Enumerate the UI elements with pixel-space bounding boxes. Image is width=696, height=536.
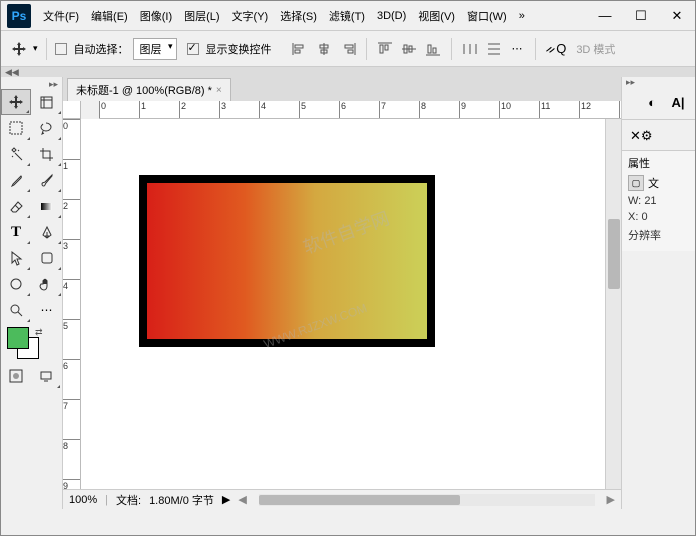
canvas[interactable]: 软件自学网 WWW.RJZXW.COM	[81, 119, 605, 489]
lasso-tool[interactable]	[32, 115, 62, 141]
doc-size-value: 1.80M/0 字节	[149, 492, 214, 508]
distribute-h-icon[interactable]	[462, 42, 478, 56]
quickmask-tool[interactable]	[1, 363, 31, 389]
main-area: ▸▸ T ⋯ ⇄	[1, 77, 695, 509]
wand-tool[interactable]	[1, 141, 31, 167]
x-value[interactable]: 0	[641, 211, 647, 223]
type-tool[interactable]: T	[1, 219, 31, 245]
align-more[interactable]: ⋯	[512, 42, 523, 55]
menu-overflow[interactable]: »	[513, 2, 531, 30]
show-transform-checkbox[interactable]	[187, 43, 199, 55]
align-left-icon[interactable]	[292, 42, 308, 56]
marquee-tool[interactable]	[1, 115, 31, 141]
x-label: X:	[628, 211, 638, 223]
shape-tool[interactable]	[32, 245, 62, 271]
tab-close-icon[interactable]: ×	[216, 85, 222, 96]
align-bottom-icon[interactable]	[425, 42, 441, 56]
eyedropper-tool[interactable]	[1, 167, 31, 193]
eraser-tool[interactable]	[1, 193, 31, 219]
gradient-fill	[147, 183, 427, 339]
foreground-color[interactable]	[7, 327, 29, 349]
align-middle-icon[interactable]	[401, 42, 417, 56]
window-controls: — ☐ ✕	[587, 2, 695, 30]
doc-size-label: 文档:	[116, 492, 141, 508]
document-tab-title: 未标题-1 @ 100%(RGB/8) *	[76, 82, 212, 98]
hscroll-right[interactable]: ▶	[607, 493, 615, 506]
menu-select[interactable]: 选择(S)	[274, 2, 323, 30]
toolbox: ▸▸ T ⋯ ⇄	[1, 77, 63, 509]
app-logo: Ps	[7, 4, 31, 28]
resolution-label: 分辨率	[628, 227, 689, 243]
hand-tool[interactable]	[32, 271, 62, 297]
doc-type-label: 文	[648, 175, 659, 191]
minimize-button[interactable]: —	[587, 2, 623, 30]
properties-panel: 属性 ▢ 文 W: 21 X: 0 分辨率	[622, 150, 695, 251]
menu-file[interactable]: 文件(F)	[37, 2, 85, 30]
menu-type[interactable]: 文字(Y)	[226, 2, 275, 30]
status-arrow[interactable]: ▶	[222, 493, 230, 506]
main-menu: 文件(F) 编辑(E) 图像(I) 图层(L) 文字(Y) 选择(S) 滤镜(T…	[37, 2, 587, 30]
tool-preset-arrow[interactable]: ▾	[33, 43, 38, 54]
menu-filter[interactable]: 滤镜(T)	[323, 2, 371, 30]
align-top-icon[interactable]	[377, 42, 393, 56]
brush-tool[interactable]	[32, 167, 62, 193]
horizontal-scroll-thumb[interactable]	[259, 495, 460, 505]
vertical-scroll-thumb[interactable]	[608, 219, 620, 289]
width-label: W:	[628, 195, 641, 207]
options-bar: ▾ 自动选择： 图层 显示变换控件 ⋯ ᨀQ 3D 模式	[1, 31, 695, 67]
align-right-icon[interactable]	[340, 42, 356, 56]
document-icon: ▢	[628, 175, 644, 191]
hscroll-left[interactable]: ◀	[238, 493, 246, 506]
auto-select-checkbox[interactable]	[55, 43, 67, 55]
distribute-v-icon[interactable]	[486, 42, 502, 56]
toolbox-collapse[interactable]: ▸▸	[1, 79, 62, 89]
gradient-tool[interactable]	[32, 193, 62, 219]
horizontal-ruler: 012345678910111213	[99, 101, 621, 119]
properties-title: 属性	[628, 155, 689, 171]
vertical-scrollbar[interactable]	[605, 119, 621, 489]
document-tabs: 未标题-1 @ 100%(RGB/8) * ×	[63, 77, 621, 101]
settings-icon[interactable]: ✕⚙	[622, 122, 695, 150]
path-select-tool[interactable]	[1, 245, 31, 271]
auto-select-dropdown[interactable]: 图层	[133, 38, 177, 60]
menu-layer[interactable]: 图层(L)	[178, 2, 225, 30]
search-icon[interactable]: ᨀQ	[546, 41, 567, 57]
artwork-rectangle	[139, 175, 435, 347]
artboard-tool[interactable]	[32, 89, 62, 115]
panel-collapse-bar[interactable]: ◀◀	[1, 67, 695, 77]
3d-mode-label[interactable]: 3D 模式	[576, 41, 615, 57]
menu-image[interactable]: 图像(I)	[134, 2, 178, 30]
menu-3d[interactable]: 3D(D)	[371, 2, 412, 30]
color-swatches: ⇄	[1, 327, 62, 361]
swap-colors-icon[interactable]: ⇄	[35, 327, 43, 338]
close-button[interactable]: ✕	[659, 2, 695, 30]
ellipse-tool[interactable]	[1, 271, 31, 297]
right-panel-collapse[interactable]: ▸▸	[622, 77, 695, 87]
screenmode-tool[interactable]	[31, 363, 61, 389]
horizontal-scrollbar[interactable]	[259, 494, 595, 506]
adjustments-icon[interactable]: ◐	[643, 93, 661, 111]
auto-select-label: 自动选择：	[74, 41, 129, 57]
zoom-tool[interactable]	[1, 297, 31, 323]
status-bar: 100% | 文档:1.80M/0 字节 ▶ ◀ ▶	[63, 489, 621, 509]
zoom-level[interactable]: 100%	[69, 494, 97, 506]
character-panel-icon[interactable]: A|	[669, 93, 687, 111]
edit-toolbar[interactable]: ⋯	[32, 297, 62, 323]
maximize-button[interactable]: ☐	[623, 2, 659, 30]
menu-window[interactable]: 窗口(W)	[461, 2, 513, 30]
menu-view[interactable]: 视图(V)	[412, 2, 461, 30]
show-transform-label: 显示变换控件	[206, 41, 272, 57]
align-center-h-icon[interactable]	[316, 42, 332, 56]
pen-tool[interactable]	[32, 219, 62, 245]
document-tab[interactable]: 未标题-1 @ 100%(RGB/8) * ×	[67, 78, 231, 101]
document-area: 未标题-1 @ 100%(RGB/8) * × 0123456789101112…	[63, 77, 621, 509]
right-panel: ▸▸ ◐ A| ✕⚙ 属性 ▢ 文 W: 21 X: 0 分辨率	[621, 77, 695, 509]
move-tool-icon[interactable]	[9, 39, 29, 59]
crop-tool[interactable]	[32, 141, 62, 167]
menu-edit[interactable]: 编辑(E)	[85, 2, 134, 30]
move-tool[interactable]	[1, 89, 31, 115]
vertical-ruler: 0123456789	[63, 119, 81, 489]
width-value[interactable]: 21	[644, 195, 656, 207]
title-bar: Ps 文件(F) 编辑(E) 图像(I) 图层(L) 文字(Y) 选择(S) 滤…	[1, 1, 695, 31]
